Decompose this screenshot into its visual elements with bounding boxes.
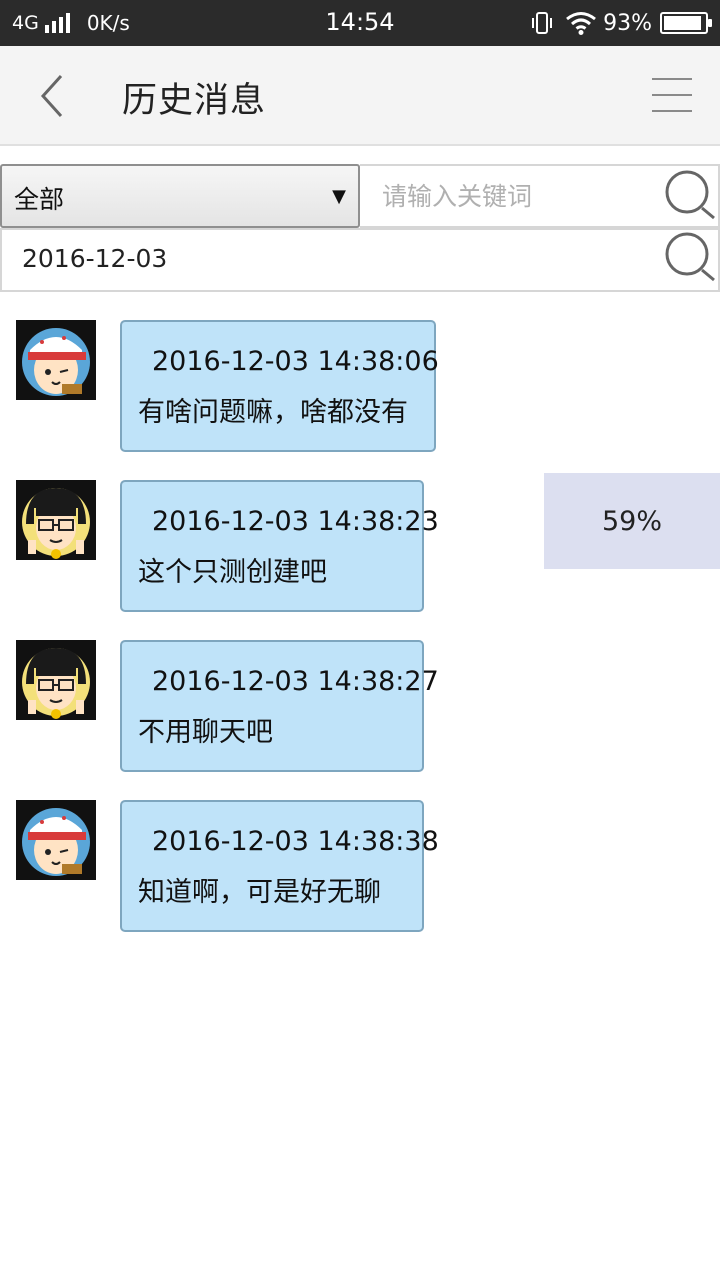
page-title: 历史消息 — [122, 81, 267, 121]
message-text: 知道啊，可是好无聊 — [138, 877, 381, 908]
message-bubble[interactable]: 2016-12-03 14:38:06 有啥问题嘛，啥都没有 — [120, 320, 439, 452]
message-item: 2016-12-03 14:38:06 有啥问题嘛，啥都没有 — [0, 320, 720, 454]
message-item: 2016-12-03 14:38:38 知道啊，可是好无聊 — [0, 800, 720, 934]
progress-indicator: 59% — [544, 473, 720, 569]
date-search-icon[interactable] — [662, 230, 718, 286]
message-text: 这个只测创建吧 — [138, 557, 327, 588]
message-time: 2016-12-03 14:38:06 — [152, 346, 439, 377]
message-item: 2016-12-03 14:38:27 不用聊天吧 — [0, 640, 720, 774]
girl-with-glasses-avatar[interactable] — [16, 480, 96, 560]
chevron-left-icon[interactable] — [26, 68, 82, 124]
battery-level — [664, 16, 701, 30]
message-bubble[interactable]: 2016-12-03 14:38:23 这个只测创建吧 — [120, 480, 439, 612]
date-value: 2016-12-03 — [22, 244, 168, 273]
header: 历史消息 — [0, 46, 720, 146]
type-select-value: 全部 — [14, 185, 65, 214]
message-time: 2016-12-03 14:38:27 — [152, 666, 439, 697]
girl-with-glasses-avatar[interactable] — [16, 640, 96, 720]
message-bubble[interactable]: 2016-12-03 14:38:27 不用聊天吧 — [120, 640, 439, 772]
boy-with-cap-avatar[interactable] — [16, 800, 96, 880]
battery-icon — [660, 12, 712, 34]
keyword-search-box — [360, 164, 720, 228]
search-icon[interactable] — [662, 168, 718, 224]
message-bubble[interactable]: 2016-12-03 14:38:38 知道啊，可是好无聊 — [120, 800, 439, 932]
vibrate-icon — [532, 12, 553, 34]
status-right: 93% — [531, 8, 712, 38]
wifi-icon — [566, 12, 597, 35]
dropdown-arrow-icon: ▼ — [332, 186, 346, 207]
message-time: 2016-12-03 14:38:23 — [152, 506, 439, 537]
hamburger-menu-icon[interactable] — [648, 74, 696, 116]
type-select[interactable]: 全部 ▼ — [0, 164, 360, 228]
filter-row: 全部 ▼ — [0, 164, 720, 228]
message-time: 2016-12-03 14:38:38 — [152, 826, 439, 857]
message-text: 有啥问题嘛，啥都没有 — [138, 397, 408, 428]
status-bar: 4G 0K/s 14:54 93% — [0, 0, 720, 46]
message-text: 不用聊天吧 — [138, 717, 273, 748]
date-filter[interactable]: 2016-12-03 — [0, 228, 720, 292]
boy-with-cap-avatar[interactable] — [16, 320, 96, 400]
battery-percent: 93% — [603, 10, 652, 36]
keyword-input[interactable] — [382, 176, 652, 216]
